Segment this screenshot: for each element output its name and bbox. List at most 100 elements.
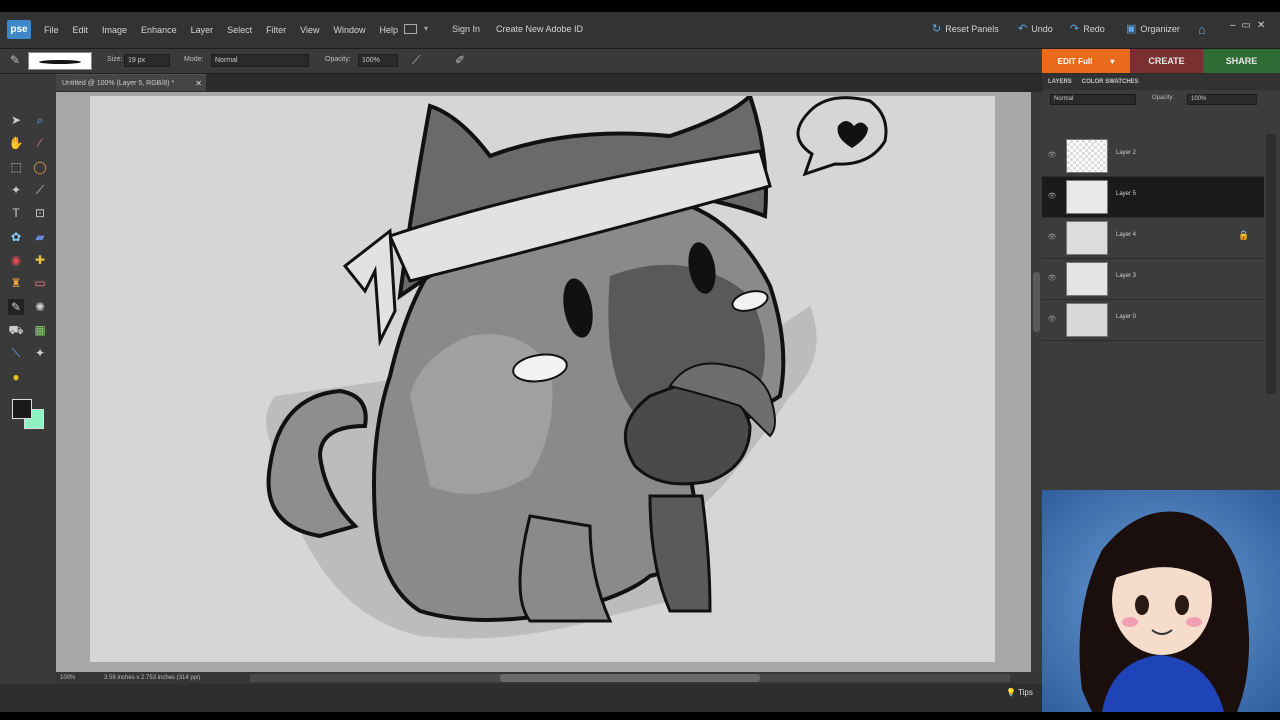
paint-bucket-tool-icon[interactable]: ⛟	[8, 322, 24, 338]
foreground-color-swatch[interactable]	[12, 399, 32, 419]
chevron-down-icon: ▾	[1110, 56, 1115, 66]
close-icon[interactable]: ✕	[195, 75, 202, 92]
move-tool-icon[interactable]: ➤	[8, 112, 24, 128]
brush-settings-icon[interactable]: ✐	[455, 53, 465, 67]
straighten-tool-icon[interactable]: ▰	[32, 229, 48, 245]
canvas-vertical-scrollbar[interactable]	[1031, 92, 1042, 672]
tips-button[interactable]: 💡 Tips	[1006, 688, 1033, 697]
layer-row-layer-5[interactable]: 👁 Layer 5	[1042, 177, 1264, 218]
horizontal-scroll-thumb[interactable]	[500, 674, 760, 682]
magic-wand-tool-icon[interactable]: ✦	[8, 182, 24, 198]
hand-tool-icon[interactable]: ✋	[8, 135, 24, 151]
red-eye-tool-icon[interactable]: ◉	[8, 252, 24, 268]
tab-color-swatches[interactable]: COLOR SWATCHES	[1082, 79, 1139, 85]
layer-opacity-label: Opacity:	[1152, 95, 1175, 101]
menu-window[interactable]: Window	[333, 25, 365, 35]
layer-row-layer-3[interactable]: 👁 Layer 3	[1042, 259, 1264, 300]
edit-full-label: EDIT Full	[1057, 56, 1093, 66]
layer-thumbnail	[1066, 221, 1108, 255]
eye-icon[interactable]: 👁	[1047, 274, 1057, 284]
share-tab[interactable]: SHARE	[1203, 49, 1280, 73]
size-field[interactable]: 19 px	[124, 54, 170, 67]
webcam-avatar-overlay	[1042, 490, 1280, 712]
layer-row-layer-0[interactable]: 👁 Layer 0	[1042, 300, 1264, 341]
home-icon[interactable]: ⌂	[1198, 22, 1206, 37]
chevron-down-icon[interactable]: ▾	[424, 24, 428, 33]
eyedropper-tool-icon[interactable]: ⁄	[32, 135, 48, 151]
cookie-cutter-tool-icon[interactable]: ✿	[8, 229, 24, 245]
reset-panels-button[interactable]: ↻ Reset Panels	[932, 22, 999, 35]
edit-full-tab[interactable]: EDIT Full ▾	[1042, 49, 1130, 73]
canvas-horizontal-scrollbar[interactable]	[250, 674, 1010, 682]
eye-icon[interactable]: 👁	[1047, 315, 1057, 325]
menu-help[interactable]: Help	[379, 25, 398, 35]
type-tool-icon[interactable]: T	[8, 205, 24, 221]
tab-layers[interactable]: LAYERS	[1048, 79, 1072, 85]
document-tab[interactable]: Untitled @ 100% (Layer 5, RGB/8) * ✕	[56, 74, 206, 91]
healing-brush-tool-icon[interactable]: ✚	[32, 252, 48, 268]
eye-icon[interactable]: 👁	[1047, 192, 1057, 202]
menu-image[interactable]: Image	[102, 25, 127, 35]
layer-name: Layer 3	[1116, 273, 1137, 279]
lightbulb-icon: 💡	[1006, 688, 1016, 697]
layer-opacity-field[interactable]: 100%	[1187, 94, 1257, 105]
blend-mode-select[interactable]: Normal	[1050, 94, 1136, 105]
clone-stamp-tool-icon[interactable]: ♜	[8, 275, 24, 291]
tools-panel: ➤ ⌕ ✋ ⁄ ⬚ ◯ ✦ ⟋ T ⊡ ✿ ▰ ◉ ✚ ♜ ▭ ✎ ✺ ⛟ ▦ …	[0, 74, 57, 712]
zoom-tool-icon[interactable]: ⌕	[32, 112, 48, 128]
layer-name: Layer 5	[1116, 191, 1137, 197]
avatar-illustration	[1042, 490, 1280, 712]
sponge-tool-icon[interactable]: ●	[8, 369, 24, 385]
canvas-area[interactable]	[56, 92, 1031, 672]
menu-file[interactable]: File	[44, 25, 59, 35]
tips-label: Tips	[1018, 688, 1033, 697]
eye-icon[interactable]: 👁	[1047, 151, 1057, 161]
brush-tool-icon[interactable]: ✎	[8, 299, 24, 315]
undo-icon: ↶	[1018, 23, 1028, 35]
opacity-field[interactable]: 100%	[358, 54, 398, 67]
crop-tool-icon[interactable]: ⊡	[32, 205, 48, 221]
organizer-button[interactable]: ▣ Organizer	[1126, 22, 1180, 35]
mode-label: Mode:	[184, 56, 204, 63]
menu-bar: pse File Edit Image Enhance Layer Select…	[0, 12, 1280, 49]
layer-row-layer-4[interactable]: 👁 Layer 4 🔒	[1042, 218, 1264, 259]
redo-button[interactable]: ↷ Redo	[1070, 22, 1105, 35]
menu-enhance[interactable]: Enhance	[141, 25, 177, 35]
tool-options-bar: ✎ Size: 19 px Mode: Normal Opacity: 100%…	[0, 49, 1042, 74]
size-label: Size:	[107, 56, 123, 63]
eye-icon[interactable]: 👁	[1047, 233, 1057, 243]
menu-layer[interactable]: Layer	[191, 25, 214, 35]
workspace-layout-icon[interactable]	[404, 24, 417, 34]
selection-brush-tool-icon[interactable]: ⟋	[32, 182, 48, 198]
layers-scrollbar[interactable]	[1266, 134, 1276, 394]
sign-in-link[interactable]: Sign In	[452, 24, 480, 34]
organizer-label: Organizer	[1140, 23, 1180, 34]
marquee-tool-icon[interactable]: ⬚	[8, 159, 24, 175]
layer-thumbnail	[1066, 180, 1108, 214]
vertical-scroll-thumb[interactable]	[1033, 272, 1040, 332]
menu-filter[interactable]: Filter	[266, 25, 286, 35]
lock-icon[interactable]: 🔒	[1238, 230, 1249, 241]
brush-preset-picker[interactable]	[28, 52, 92, 70]
shape-tool-icon[interactable]: ⟍	[8, 345, 24, 361]
layer-row-layer-2[interactable]: 👁 Layer 2	[1042, 136, 1264, 177]
mode-select[interactable]: Normal	[211, 54, 309, 67]
undo-button[interactable]: ↶ Undo	[1018, 22, 1053, 35]
gradient-tool-icon[interactable]: ▦	[32, 322, 48, 338]
menu-select[interactable]: Select	[227, 25, 252, 35]
menu-edit[interactable]: Edit	[73, 25, 89, 35]
document-canvas[interactable]	[90, 96, 995, 662]
layer-name: Layer 0	[1116, 314, 1137, 320]
smart-brush-tool-icon[interactable]: ✺	[32, 299, 48, 315]
blur-tool-icon[interactable]: ✦	[32, 345, 48, 361]
opacity-label: Opacity:	[325, 56, 351, 63]
lasso-tool-icon[interactable]: ◯	[32, 159, 48, 175]
create-adobe-id-link[interactable]: Create New Adobe ID	[496, 24, 583, 34]
app-logo: pse	[7, 20, 31, 39]
zoom-level[interactable]: 100%	[60, 672, 75, 684]
eraser-tool-icon[interactable]: ▭	[32, 275, 48, 291]
create-tab[interactable]: CREATE	[1130, 49, 1203, 73]
window-controls[interactable]: –▭✕	[1230, 20, 1271, 31]
menu-view[interactable]: View	[300, 25, 319, 35]
airbrush-icon[interactable]: ⟋	[412, 53, 420, 68]
